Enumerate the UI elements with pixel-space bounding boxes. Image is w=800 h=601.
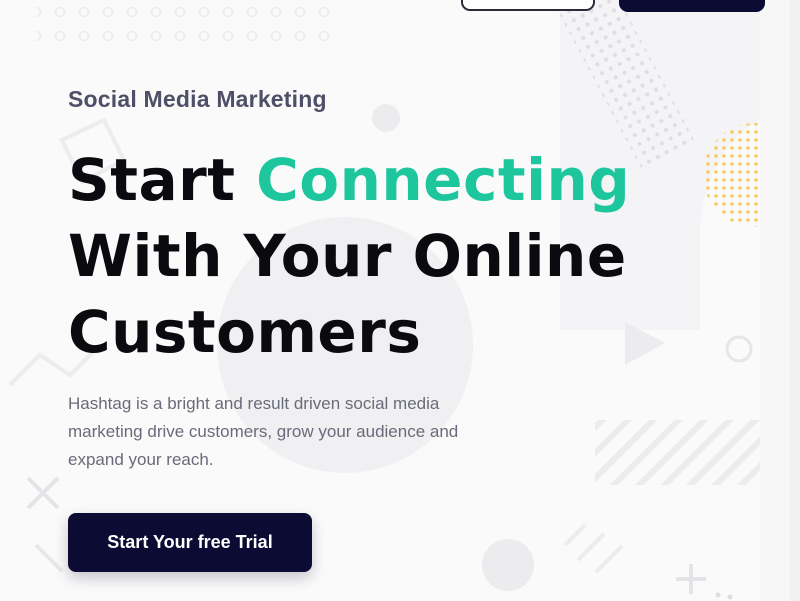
bg-ring-circle	[725, 335, 753, 363]
bg-ring-dots	[36, 0, 336, 48]
bg-right-edge	[760, 0, 800, 601]
hero-description: Hashtag is a bright and result driven so…	[68, 394, 459, 469]
bg-x-mark-1	[26, 476, 60, 510]
header-outline-button[interactable]	[461, 0, 595, 11]
hero-eyebrow: Social Media Marketing	[68, 86, 327, 112]
header-primary-button[interactable]	[619, 0, 765, 12]
bg-stripes	[595, 420, 800, 485]
headline-line-2: With Your Online	[68, 222, 627, 290]
bg-triangle	[625, 322, 665, 365]
headline-line-3: Customers	[68, 298, 422, 366]
hero-headline: Start Connecting With Your Online Custom…	[68, 142, 630, 370]
bg-small-circle-1	[372, 104, 400, 132]
bg-dash-lines	[563, 523, 624, 574]
headline-accent: Connecting	[256, 146, 631, 214]
bg-plus-mark	[676, 564, 706, 594]
headline-prefix: Start	[68, 146, 257, 214]
bg-x-mark-2	[34, 543, 64, 573]
start-free-trial-button[interactable]: Start Your free Trial	[68, 513, 312, 572]
bg-small-circle-2	[482, 539, 534, 591]
hero-section: Social Media Marketing Start Connecting …	[0, 0, 800, 601]
bg-yellow-dots	[703, 123, 800, 227]
